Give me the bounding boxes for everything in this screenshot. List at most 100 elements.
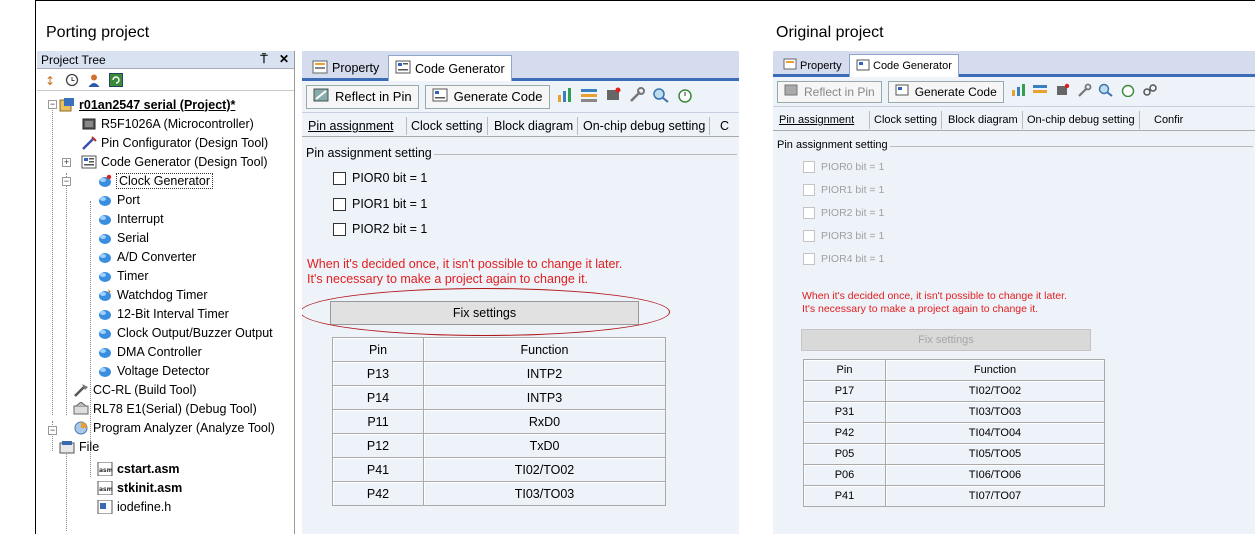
fix-settings-button[interactable]: Fix settings [801,329,1091,351]
tree-item-code-generator[interactable]: Code Generator (Design Tool) [81,152,268,171]
wrench-icon[interactable] [1076,83,1092,100]
tree-item-debug-tool[interactable]: RL78 E1(Serial) (Debug Tool) [73,399,257,418]
subtab-more[interactable]: C [716,117,733,135]
tree-item-iodefine[interactable]: iodefine.h [97,497,171,516]
table-row[interactable]: P41 TI02/TO02 [332,457,666,482]
table-row[interactable]: P17 TI02/TO02 [803,380,1105,402]
code-generator-panel-porting: Property Code Generator Reflect in Pin G… [302,51,739,534]
subtab-pin-assignment[interactable]: Pin assignment [304,117,397,135]
project-tree-title: Project Tree [41,53,106,67]
property-icon [312,60,328,77]
sort-icon[interactable]: ↕ [43,73,57,88]
table-row[interactable]: P13 INTP2 [332,361,666,386]
tree-item-file-folder[interactable]: File [59,437,99,456]
pior1-checkbox[interactable]: PIOR1 bit = 1 [803,184,884,196]
module-icon [97,307,113,321]
list-icon[interactable] [580,87,598,106]
table-row[interactable]: P11 RxD0 [332,409,666,434]
code-generator-toolbar: Reflect in Pin Generate Code [773,77,1255,107]
tree-item-pin-configurator[interactable]: Pin Configurator (Design Tool) [81,133,268,152]
pin-icon[interactable]: ⍑ [260,52,267,66]
tree-item-dma-controller[interactable]: DMA Controller [97,342,202,361]
chip-icon[interactable] [604,87,622,106]
collapse-project-toggle[interactable]: − [48,100,57,109]
subtab-pin-assignment[interactable]: Pin assignment [775,111,858,129]
bar-chart-icon[interactable] [1010,83,1026,100]
tree-item-clock-output[interactable]: Clock Output/Buzzer Output [97,323,273,342]
asm-file-icon: asm [97,480,113,495]
tree-item-interval-timer[interactable]: 12-Bit Interval Timer [97,304,229,323]
pior2-checkbox[interactable]: PIOR2 bit = 1 [803,207,884,219]
caption-original: Original project [776,24,884,41]
subtab-block-diagram[interactable]: Block diagram [490,117,579,135]
tree-item-project[interactable]: r01an2547 serial (Project)* [59,95,235,114]
user-icon[interactable] [87,73,101,87]
search-icon[interactable] [1098,83,1114,100]
subtab-confirm[interactable]: Confir [1150,111,1187,129]
chip-icon[interactable] [1054,83,1070,100]
generate-code-button[interactable]: Generate Code [887,80,1004,103]
link-icon[interactable] [1142,83,1158,100]
module-icon [97,250,113,264]
bar-chart-icon[interactable] [556,87,574,106]
table-row[interactable]: P05 TI05/TO05 [803,443,1105,465]
reflect-in-pin-button[interactable]: Reflect in Pin [306,84,419,109]
tab-code-generator[interactable]: Code Generator [849,54,959,77]
tree-item-timer[interactable]: Timer [97,266,148,285]
tree-item-cstart[interactable]: asm cstart.asm [97,459,180,478]
tree-item-voltage-detector[interactable]: Voltage Detector [97,361,209,380]
refresh-icon[interactable] [109,72,123,87]
tree-item-port[interactable]: Port [97,190,140,209]
generate-code-icon [895,84,909,99]
table-row[interactable]: P06 TI06/TO06 [803,464,1105,486]
collapse-code-generator-toggle[interactable]: − [62,177,71,186]
tree-item-program-analyzer[interactable]: Program Analyzer (Analyze Tool) [73,418,275,437]
search-icon[interactable] [652,87,670,106]
tab-property[interactable]: Property [777,54,848,77]
table-row[interactable]: P12 TxD0 [332,433,666,458]
collapse-file-toggle[interactable]: − [48,426,57,435]
project-tree-panel: Project Tree ⍑ ✕ ↕ − + − − r01an2547 ser… [37,51,295,534]
tree-item-ad-converter[interactable]: A/D Converter [97,247,196,266]
tree-item-clock-generator[interactable]: Clock Generator [97,171,214,190]
tab-code-generator[interactable]: Code Generator [388,55,512,81]
tree-item-interrupt[interactable]: Interrupt [97,209,164,228]
table-row[interactable]: P42 TI03/TO03 [332,481,666,506]
generate-code-button[interactable]: Generate Code [424,84,550,109]
timer-icon[interactable] [676,87,694,106]
subtab-on-chip-debug[interactable]: On-chip debug setting [579,117,711,135]
highlight-oval [302,288,670,336]
subtab-clock-setting[interactable]: Clock setting [406,117,488,135]
timer-icon[interactable] [1120,83,1136,100]
subtab-block-diagram[interactable]: Block diagram [944,111,1023,129]
build-tool-icon [73,383,89,397]
table-row[interactable]: P14 INTP3 [332,385,666,410]
tree-item-serial[interactable]: Serial [97,228,149,247]
subtab-on-chip-debug[interactable]: On-chip debug setting [1023,111,1140,129]
tree-item-watchdog-timer[interactable]: Watchdog Timer [97,285,208,304]
pin-configurator-icon [81,135,97,150]
subtab-clock-setting[interactable]: Clock setting [869,111,942,129]
reflect-in-pin-button[interactable]: Reflect in Pin [777,80,882,103]
list-icon[interactable] [1032,83,1048,100]
wrench-icon[interactable] [628,87,646,106]
pin-function-table: Pin Function P13 INTP2 P14 INTP3 P11 RxD0 P… [332,337,666,506]
pior3-checkbox[interactable]: PIOR3 bit = 1 [803,230,884,242]
tree-item-microcontroller[interactable]: R5F1026A (Microcontroller) [81,114,254,133]
tree-item-build-tool[interactable]: CC-RL (Build Tool) [73,380,197,399]
pior0-checkbox[interactable]: PIOR0 bit = 1 [333,171,427,185]
clock-icon[interactable] [65,73,79,87]
pior2-checkbox[interactable]: PIOR2 bit = 1 [333,222,427,236]
tab-property[interactable]: Property [306,55,385,81]
pior4-checkbox[interactable]: PIOR4 bit = 1 [803,253,884,265]
tree-item-stkinit[interactable]: asm stkinit.asm [97,478,182,497]
expand-pin-configurator-toggle[interactable]: + [62,158,71,167]
pior0-checkbox[interactable]: PIOR0 bit = 1 [803,161,884,173]
table-row[interactable]: P31 TI03/TO03 [803,401,1105,423]
close-icon[interactable]: ✕ [279,52,289,66]
pin-header: Pin [803,359,886,381]
reflect-icon [313,88,329,105]
pior1-checkbox[interactable]: PIOR1 bit = 1 [333,197,427,211]
table-row[interactable]: P42 TI04/TO04 [803,422,1105,444]
table-row[interactable]: P41 TI07/TO07 [803,485,1105,507]
